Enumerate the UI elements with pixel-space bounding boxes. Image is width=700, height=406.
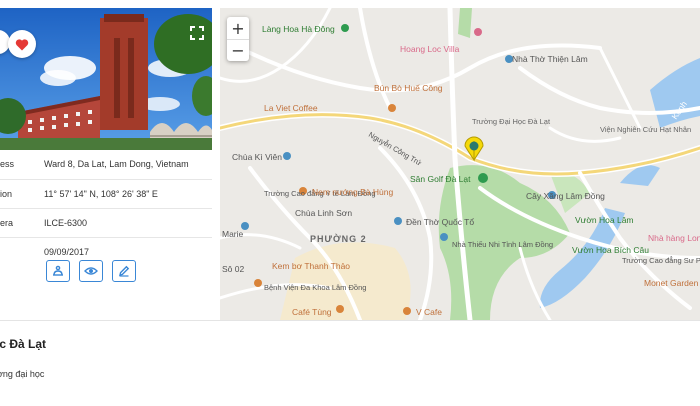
map-label: Trường Cao đẳng Sư Phạm Đà Lạt bbox=[622, 256, 700, 265]
photo[interactable] bbox=[0, 8, 212, 150]
map-label: La Viet Coffee bbox=[264, 103, 318, 113]
place-subtitle: rờng đại học bbox=[0, 369, 45, 379]
camera-icon bbox=[53, 265, 63, 276]
map-label: Marie bbox=[222, 229, 244, 239]
map-label: Đền Thờ Quốc Tổ bbox=[406, 217, 474, 227]
row-key: ess bbox=[0, 159, 15, 170]
map-canvas: Làng Hoa Hà Đông Hoang Loc Villa Nhà Thờ… bbox=[220, 8, 700, 320]
edit-button[interactable] bbox=[112, 260, 136, 282]
map-label: Sân Golf Đà Lạt bbox=[410, 174, 471, 184]
row-value: Ward 8, Da Lat, Lam Dong, Vietnam bbox=[44, 159, 189, 170]
map-label: Bún Bò Huế Công bbox=[374, 83, 443, 93]
view-button[interactable] bbox=[79, 260, 103, 282]
row-value: 11° 57' 14" N, 108° 26' 38" E bbox=[44, 188, 158, 199]
zoom-control: + − bbox=[227, 17, 249, 61]
pencil-icon bbox=[119, 265, 130, 277]
zoom-out-button[interactable]: − bbox=[227, 39, 249, 61]
photo-details-table: ess Ward 8, Da Lat, Lam Dong, Vietnam io… bbox=[0, 150, 212, 266]
favorite-button[interactable] bbox=[8, 30, 36, 58]
photo-info-panel: ess Ward 8, Da Lat, Lam Dong, Vietnam io… bbox=[0, 0, 212, 320]
action-buttons bbox=[46, 260, 136, 282]
map-label: Monet Garden bbox=[644, 278, 699, 288]
fullscreen-icon bbox=[190, 26, 204, 40]
map-label: Bệnh Viện Đa Khoa Lâm Đồng bbox=[264, 283, 366, 292]
map[interactable]: Làng Hoa Hà Đông Hoang Loc Villa Nhà Thờ… bbox=[220, 8, 700, 320]
row-key bbox=[0, 237, 44, 266]
map-label: Làng Hoa Hà Đông bbox=[262, 24, 335, 34]
map-label: Chùa Linh Sơn bbox=[295, 208, 352, 218]
map-label: Nhà hàng Long bbox=[648, 233, 700, 243]
eye-icon bbox=[84, 267, 98, 275]
map-label: Nem nướng Bà Hùng bbox=[312, 187, 393, 197]
top-section: ess Ward 8, Da Lat, Lam Dong, Vietnam io… bbox=[0, 0, 700, 320]
map-label: Kem bơ Thanh Thảo bbox=[272, 261, 350, 271]
row-key: era bbox=[0, 217, 14, 228]
map-label: Sô 02 bbox=[222, 264, 244, 274]
heart-icon bbox=[15, 38, 29, 50]
table-row: era ILCE-6300 bbox=[0, 208, 212, 237]
place-title: ọc Đà Lạt bbox=[0, 337, 47, 351]
map-label: V Cafe bbox=[416, 307, 442, 317]
table-row: ion 11° 57' 14" N, 108° 26' 38" E bbox=[0, 179, 212, 208]
place-info: ọc Đà Lạt rờng đại học bbox=[0, 320, 700, 406]
table-row: ess Ward 8, Da Lat, Lam Dong, Vietnam bbox=[0, 150, 212, 179]
row-value: ILCE-6300 bbox=[44, 217, 88, 228]
photo-image bbox=[0, 8, 212, 150]
fullscreen-button[interactable] bbox=[186, 22, 208, 44]
map-label: Nhà Thờ Thiện Lâm bbox=[512, 54, 588, 64]
zoom-in-button[interactable]: + bbox=[227, 17, 249, 39]
map-label: Vườn Hoa Bích Câu bbox=[572, 245, 649, 255]
map-label: Nhà Thiếu Nhi Tỉnh Lâm Đồng bbox=[452, 240, 553, 249]
map-label: Café Tùng bbox=[292, 307, 332, 317]
map-label: Viện Nghiên Cứu Hạt Nhân bbox=[600, 125, 691, 134]
map-label: Chùa Kì Viên bbox=[232, 152, 282, 162]
row-key: ion bbox=[0, 188, 13, 199]
map-label: Trường Đại Học Đà Lạt bbox=[472, 117, 551, 126]
map-label: PHƯỜNG 2 bbox=[310, 233, 367, 244]
camera-button[interactable] bbox=[46, 260, 70, 282]
map-label: Vườn Hoa Lâm bbox=[575, 215, 634, 225]
map-label: Hoang Loc Villa bbox=[400, 44, 460, 54]
map-label: Cây Xăng Lâm Đồng bbox=[526, 191, 605, 201]
